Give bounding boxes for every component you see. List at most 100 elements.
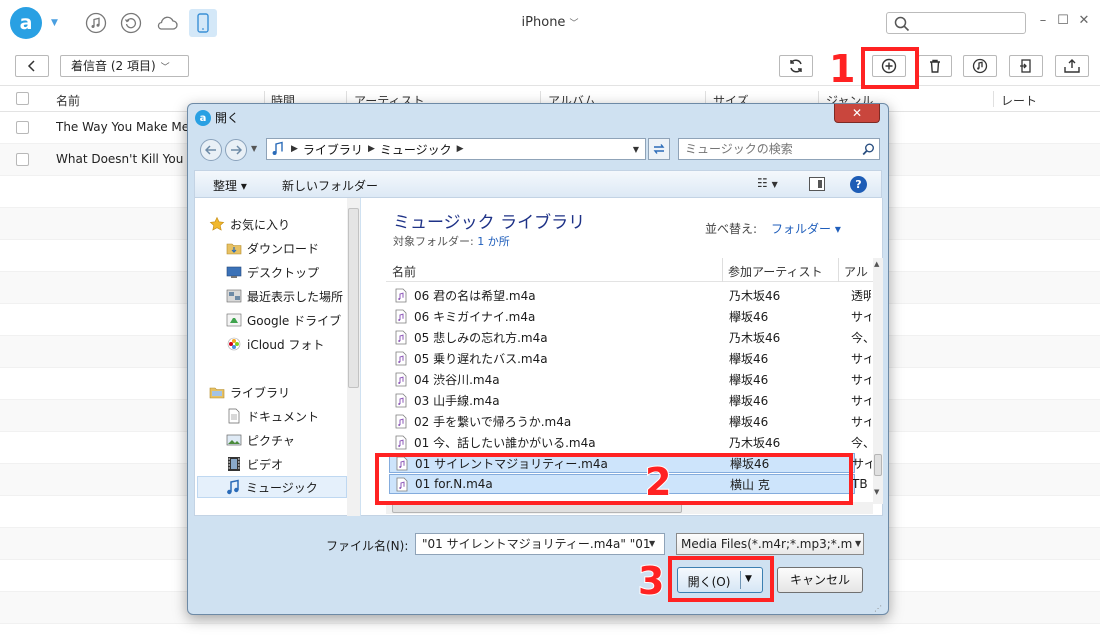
- address-dropdown-icon[interactable]: ▼: [633, 145, 639, 154]
- nav-label: iCloud フォト: [247, 337, 325, 352]
- file-row[interactable]: 01 今、話したい誰かがいる.m4a 乃木坂46 今、: [389, 432, 871, 452]
- audio-file-icon: [395, 393, 407, 407]
- callout-box-add: [861, 47, 919, 89]
- select-all-checkbox[interactable]: [16, 92, 29, 105]
- back-button[interactable]: [15, 55, 49, 77]
- file-row[interactable]: 06 キミガイナイ.m4a 欅坂46 サイ: [389, 306, 871, 326]
- audio-file-icon: [395, 288, 407, 302]
- refresh-button[interactable]: [779, 55, 813, 77]
- file-scrollbar-thumb[interactable]: [874, 454, 882, 476]
- command-bar: 整理 ▾ 新しいフォルダー ☷ ▼ ?: [194, 170, 882, 198]
- refresh-icon: [790, 59, 802, 73]
- file-row[interactable]: 05 悲しみの忘れ方.m4a 乃木坂46 今、: [389, 327, 871, 347]
- file-artist: 欅坂46: [729, 351, 769, 366]
- dialog-search-box[interactable]: [678, 138, 880, 160]
- history-dropdown-icon[interactable]: ▼: [251, 144, 257, 153]
- file-list-scrollbar[interactable]: ▲ ▼: [873, 258, 883, 504]
- audio-file-icon: [395, 351, 407, 365]
- chevron-down-icon[interactable]: ▼: [855, 539, 861, 548]
- category-dropdown[interactable]: 着信音 (2 項目) ﹀: [60, 55, 189, 77]
- dialog-close-button[interactable]: ✕: [834, 104, 880, 123]
- file-album: TB: [852, 477, 868, 491]
- dialog-logo-letter: a: [199, 112, 207, 124]
- export-icon: [1020, 59, 1031, 73]
- file-name: 06 君の名は希望.m4a: [414, 288, 536, 303]
- view-options-button[interactable]: ☷ ▼: [757, 176, 778, 190]
- nav-back-button[interactable]: [200, 139, 222, 161]
- sort-dropdown[interactable]: フォルダー ▾: [771, 220, 841, 237]
- row-checkbox[interactable]: [16, 121, 29, 134]
- resize-grip-icon[interactable]: ⋰: [874, 604, 882, 613]
- file-row[interactable]: 02 手を繋いで帰ろうか.m4a 欅坂46 サイ: [389, 411, 871, 431]
- chevron-down-icon: ▼: [771, 180, 778, 189]
- help-icon: ?: [855, 178, 862, 191]
- file-name: 02 手を繋いで帰ろうか.m4a: [414, 414, 572, 429]
- row-checkbox[interactable]: [16, 153, 29, 166]
- preview-pane-button[interactable]: [809, 177, 825, 191]
- toolbar: 着信音 (2 項目) ﹀: [0, 46, 1100, 86]
- nav-item-libraries[interactable]: ライブラリ: [209, 381, 361, 403]
- search-box[interactable]: [886, 12, 1026, 34]
- library-locations-link[interactable]: 1 か所: [477, 235, 510, 248]
- column-header-name[interactable]: 名前: [56, 92, 80, 109]
- nav-label: デスクトップ: [247, 265, 320, 280]
- recent-places-icon: [226, 289, 242, 303]
- file-name-dropdown-icon[interactable]: ▼: [649, 539, 655, 548]
- close-icon[interactable]: ✕: [1077, 14, 1091, 28]
- file-type-filter[interactable]: Media Files(*.m4r;*.mp3;*.m: [676, 533, 864, 555]
- chevron-down-icon[interactable]: ▼: [51, 18, 58, 28]
- file-row[interactable]: 05 乗り遅れたバス.m4a 欅坂46 サイ: [389, 348, 871, 368]
- nav-scrollbar[interactable]: [347, 198, 360, 516]
- column-divider: [838, 258, 839, 282]
- file-column-album[interactable]: アル: [844, 263, 868, 280]
- phone-icon[interactable]: [189, 9, 217, 37]
- audio-file-icon: [395, 309, 407, 323]
- nav-label: ビデオ: [247, 457, 284, 472]
- file-column-artist[interactable]: 参加アーティスト: [728, 263, 823, 280]
- scroll-down-icon[interactable]: ▼: [874, 488, 879, 496]
- history-icon[interactable]: [119, 11, 143, 35]
- nav-label: Google ドライブ: [247, 313, 342, 328]
- close-icon: ✕: [851, 106, 863, 120]
- app-logo[interactable]: a: [10, 7, 42, 39]
- details-view-icon: ☷: [757, 176, 768, 190]
- column-header-rating[interactable]: レート: [1001, 92, 1037, 109]
- dialog-search-input[interactable]: [685, 141, 855, 157]
- file-album: サイ: [851, 351, 871, 366]
- file-row[interactable]: 04 渋谷川.m4a 欅坂46 サイ: [389, 369, 871, 389]
- cancel-button[interactable]: キャンセル: [777, 567, 863, 593]
- app-logo-letter: a: [19, 12, 33, 34]
- nav-item-favorites[interactable]: お気に入り: [209, 213, 361, 235]
- row-name: What Doesn't Kill You (Stronger): [56, 152, 188, 166]
- audio-file-icon: [395, 330, 407, 344]
- minimize-icon[interactable]: –: [1036, 14, 1050, 28]
- title-bar: a ▼ iPhone ﹀ – ☐ ✕: [0, 0, 1100, 46]
- callout-number-2: 2: [644, 460, 672, 504]
- file-album: サイ: [851, 309, 871, 324]
- help-button[interactable]: ?: [850, 176, 867, 193]
- to-device-button[interactable]: [1055, 55, 1089, 77]
- music-note-icon[interactable]: [84, 11, 108, 35]
- nav-item-music[interactable]: ミュージック: [197, 476, 347, 498]
- scroll-up-icon[interactable]: ▲: [874, 260, 879, 268]
- dialog-refresh-button[interactable]: [648, 138, 670, 160]
- file-row[interactable]: 03 山手線.m4a 欅坂46 サイ: [389, 390, 871, 410]
- search-input[interactable]: [915, 15, 1019, 31]
- breadcrumb-libraries[interactable]: ライブラリ: [303, 141, 363, 158]
- file-row[interactable]: 06 君の名は希望.m4a 乃木坂46 透明: [389, 285, 871, 305]
- file-artist: 欅坂46: [729, 414, 769, 429]
- nav-forward-button[interactable]: [225, 139, 247, 161]
- delete-button[interactable]: [918, 55, 952, 77]
- file-artist: 欅坂46: [729, 309, 769, 324]
- to-itunes-button[interactable]: [963, 55, 997, 77]
- file-name-input[interactable]: "01 サイレントマジョリティー.m4a" "01: [415, 533, 665, 555]
- new-folder-button[interactable]: 新しいフォルダー: [282, 177, 378, 194]
- maximize-icon[interactable]: ☐: [1056, 14, 1070, 28]
- to-computer-button[interactable]: [1009, 55, 1043, 77]
- address-bar[interactable]: ▶ ライブラリ ▶ ミュージック ▶ ▼: [266, 138, 646, 160]
- nav-scrollbar-thumb[interactable]: [348, 208, 359, 388]
- breadcrumb-music[interactable]: ミュージック: [380, 141, 452, 158]
- cloud-icon[interactable]: [155, 11, 179, 35]
- file-column-name[interactable]: 名前: [392, 263, 416, 280]
- organize-menu[interactable]: 整理 ▾: [213, 177, 247, 194]
